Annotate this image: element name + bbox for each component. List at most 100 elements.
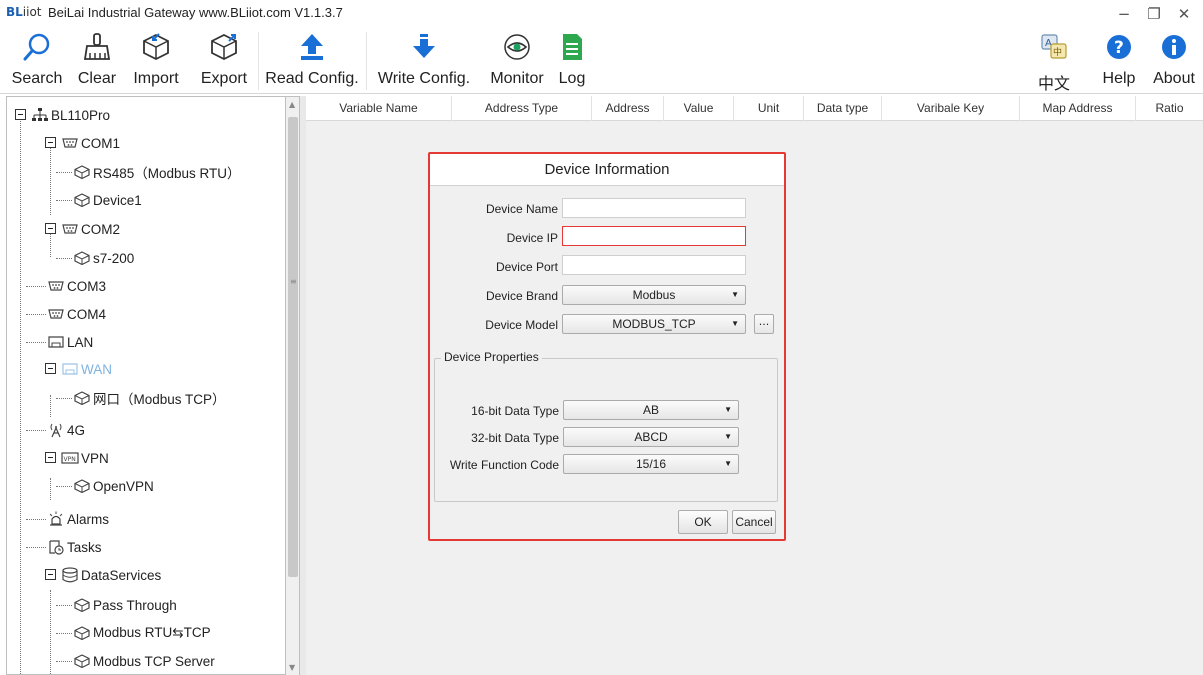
tree-expander-dataservices[interactable] <box>45 569 56 580</box>
help-question-icon: ? <box>1107 35 1131 59</box>
device-port-label: Device Port <box>495 260 558 274</box>
tree-node-tasks[interactable]: Tasks <box>47 536 102 558</box>
tree-node-com4[interactable]: COM4 <box>47 303 106 325</box>
scroll-thumb[interactable] <box>288 117 298 577</box>
device-model-select[interactable]: MODBUS_TCP ▼ <box>562 314 746 334</box>
svg-text:VPN: VPN <box>64 456 76 463</box>
device-model-label: Device Model <box>485 318 558 332</box>
info-icon <box>1162 35 1186 59</box>
tree-expander-com2[interactable] <box>45 223 56 234</box>
tree-node-s7-200[interactable]: s7-200 <box>73 247 134 269</box>
tree-line <box>26 286 46 287</box>
device-cube-icon <box>74 251 90 266</box>
column-header-ratio[interactable]: Ratio <box>1136 96 1203 121</box>
window-title: BeiLai Industrial Gateway www.BLiiot.com… <box>48 5 343 20</box>
monitor-button[interactable]: Monitor <box>482 28 552 94</box>
title-bar: BLiiot BeiLai Industrial Gateway www.BLi… <box>0 0 1203 28</box>
device-ip-label: Device IP <box>506 231 558 245</box>
search-button[interactable]: Search <box>6 28 68 94</box>
column-header-data-type[interactable]: Data type <box>804 96 882 121</box>
device-information-dialog: Device Information Device Name Device IP… <box>428 152 786 541</box>
column-header-variable-key[interactable]: Varibale Key <box>882 96 1020 121</box>
tree-node-com3[interactable]: COM3 <box>47 275 106 297</box>
device-ip-input[interactable] <box>562 226 746 246</box>
tree-line <box>50 395 51 417</box>
minimize-button[interactable]: − <box>1112 3 1136 25</box>
cancel-button[interactable]: Cancel <box>732 510 776 534</box>
clear-button[interactable]: Clear <box>72 28 122 94</box>
tree-line <box>50 590 51 674</box>
column-header-map-address[interactable]: Map Address <box>1020 96 1136 121</box>
serial-port-icon <box>48 309 64 319</box>
read-config-button[interactable]: Read Config. <box>259 28 365 94</box>
tree-node-vpn[interactable]: VPN VPN <box>61 447 109 469</box>
toolbar: Search Clear Import Export Read Config. … <box>0 28 1203 94</box>
import-button[interactable]: Import <box>124 28 188 94</box>
tree-node-lan[interactable]: LAN <box>47 331 93 353</box>
antenna-icon <box>50 423 62 438</box>
tree-node-com1[interactable]: COM1 <box>61 132 120 154</box>
device-brand-select[interactable]: Modbus ▼ <box>562 285 746 305</box>
device-name-input[interactable] <box>562 198 746 218</box>
tree-node-com2[interactable]: COM2 <box>61 218 120 240</box>
log-button[interactable]: Log <box>554 28 590 94</box>
svg-text:?: ? <box>1114 38 1124 58</box>
column-header-unit[interactable]: Unit <box>734 96 804 121</box>
task-clock-icon <box>49 540 64 555</box>
tree-node-rs485[interactable]: RS485（Modbus RTU） <box>73 161 241 183</box>
tree-node-alarms[interactable]: Alarms <box>47 508 109 530</box>
column-header-address[interactable]: Address <box>592 96 664 121</box>
language-button[interactable]: A 中 中文 <box>1030 28 1078 94</box>
ok-button[interactable]: OK <box>678 510 728 534</box>
column-header-address-type[interactable]: Address Type <box>452 96 592 121</box>
dropdown-arrow-icon: ▼ <box>724 459 732 468</box>
scroll-grip-icon: ≡ <box>290 277 297 286</box>
tree-expander-vpn[interactable] <box>45 452 56 463</box>
dropdown-arrow-icon: ▼ <box>724 432 732 441</box>
tree-node-device1[interactable]: Device1 <box>73 189 142 211</box>
tree-node-wan[interactable]: WAN <box>61 358 112 380</box>
tree-expander-com1[interactable] <box>45 137 56 148</box>
close-button[interactable]: ✕ <box>1172 3 1196 25</box>
tree-line <box>56 398 72 399</box>
device-properties-group: Device Properties 16-bit Data Type AB ▼ … <box>434 350 778 502</box>
serial-port-icon <box>48 281 64 291</box>
data32-select[interactable]: ABCD ▼ <box>563 427 739 447</box>
tree-node-openvpn[interactable]: OpenVPN <box>73 475 154 497</box>
log-document-icon <box>563 34 582 60</box>
column-header-variable-name[interactable]: Variable Name <box>306 96 452 121</box>
tree-node-wan-port[interactable]: 网口（Modbus TCP） <box>73 387 226 409</box>
database-icon <box>62 567 78 583</box>
maximize-button[interactable]: ❐ <box>1142 3 1166 25</box>
tree-node-modbus-rtu-tcp[interactable]: Modbus RTU⇆TCP <box>73 622 211 644</box>
tree-expander-root[interactable] <box>15 109 26 120</box>
write-function-code-select[interactable]: 15/16 ▼ <box>563 454 739 474</box>
tree-node-pass-through[interactable]: Pass Through <box>73 594 177 616</box>
translate-icon: A 中 <box>1041 34 1067 59</box>
tree-node-4g[interactable]: 4G <box>47 419 85 441</box>
download-arrow-icon <box>413 34 435 58</box>
device-model-more-button[interactable]: ... <box>754 314 774 334</box>
tree-line <box>26 519 46 520</box>
scroll-up-arrow-icon[interactable]: ▲ <box>289 100 295 109</box>
device-tree: BL110Pro COM1 RS485（Modbus RTU） Device1 … <box>6 96 286 675</box>
column-header-value[interactable]: Value <box>664 96 734 121</box>
write-config-button[interactable]: Write Config. <box>368 28 480 94</box>
tree-scrollbar[interactable]: ▲ ≡ ▼ <box>286 96 300 675</box>
export-button[interactable]: Export <box>192 28 256 94</box>
tree-node-dataservices[interactable]: DataServices <box>61 564 161 586</box>
device-properties-title: Device Properties <box>441 350 542 364</box>
device-port-input[interactable] <box>562 255 746 275</box>
grid-header: Variable Name Address Type Address Value… <box>306 96 1203 121</box>
scroll-down-arrow-icon[interactable]: ▼ <box>289 663 295 672</box>
tree-line <box>26 342 46 343</box>
data16-select[interactable]: AB ▼ <box>563 400 739 420</box>
tree-node-modbus-tcp-server[interactable]: Modbus TCP Server <box>73 650 215 672</box>
broom-icon <box>83 33 111 60</box>
about-button[interactable]: About <box>1146 28 1202 94</box>
help-button[interactable]: ? Help <box>1096 28 1142 94</box>
tree-expander-wan[interactable] <box>45 363 56 374</box>
tree-node-root[interactable]: BL110Pro <box>31 104 110 126</box>
data32-label: 32-bit Data Type <box>471 431 559 445</box>
write-function-code-label: Write Function Code <box>449 458 559 472</box>
